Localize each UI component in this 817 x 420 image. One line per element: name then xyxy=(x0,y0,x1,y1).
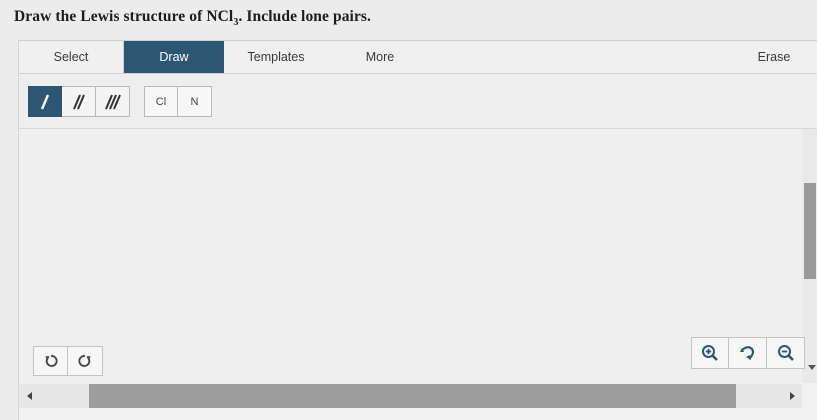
editor-tab-bar: Select Draw Templates More Erase xyxy=(19,41,817,74)
erase-button[interactable]: Erase xyxy=(751,41,797,73)
atom-n-button[interactable]: N xyxy=(178,86,212,117)
zoom-dropdown-icon[interactable] xyxy=(808,365,816,370)
bond-tool-group xyxy=(28,86,130,117)
vertical-scrollbar-thumb[interactable] xyxy=(804,183,816,279)
undo-button[interactable] xyxy=(33,346,68,376)
double-bond-icon xyxy=(72,94,85,109)
drawing-canvas[interactable] xyxy=(19,129,802,383)
reset-view-icon xyxy=(739,346,754,360)
tab-select[interactable]: Select xyxy=(19,41,124,73)
history-controls xyxy=(33,346,103,376)
zoom-out-button[interactable] xyxy=(767,337,805,369)
redo-button[interactable] xyxy=(68,346,103,376)
structure-editor: Select Draw Templates More Erase Cl N xyxy=(18,40,817,420)
undo-icon xyxy=(44,355,58,367)
scroll-right-icon[interactable] xyxy=(790,392,795,400)
horizontal-scrollbar[interactable] xyxy=(19,384,802,408)
question-prompt: Draw the Lewis structure of NCl3. Includ… xyxy=(14,8,371,28)
horizontal-scrollbar-thumb[interactable] xyxy=(89,384,736,408)
triple-bond-button[interactable] xyxy=(96,86,130,117)
reset-view-button[interactable] xyxy=(729,337,767,369)
double-bond-button[interactable] xyxy=(62,86,96,117)
tab-templates[interactable]: Templates xyxy=(231,41,321,73)
single-bond-button[interactable] xyxy=(28,86,62,117)
atom-tool-group: Cl N xyxy=(144,86,212,117)
single-bond-icon xyxy=(40,94,50,109)
redo-icon xyxy=(78,355,91,367)
zoom-controls xyxy=(691,337,805,369)
question-suffix: . Include lone pairs. xyxy=(238,8,372,25)
zoom-out-icon xyxy=(777,345,794,361)
zoom-in-button[interactable] xyxy=(691,337,729,369)
atom-cl-button[interactable]: Cl xyxy=(144,86,178,117)
question-text: Draw the Lewis structure of NCl xyxy=(14,8,234,25)
draw-toolbar: Cl N xyxy=(19,74,817,129)
triple-bond-icon xyxy=(104,94,121,109)
tab-more[interactable]: More xyxy=(355,41,405,73)
tab-draw[interactable]: Draw xyxy=(124,41,224,73)
scroll-left-icon[interactable] xyxy=(27,392,32,400)
zoom-in-icon xyxy=(702,345,718,361)
